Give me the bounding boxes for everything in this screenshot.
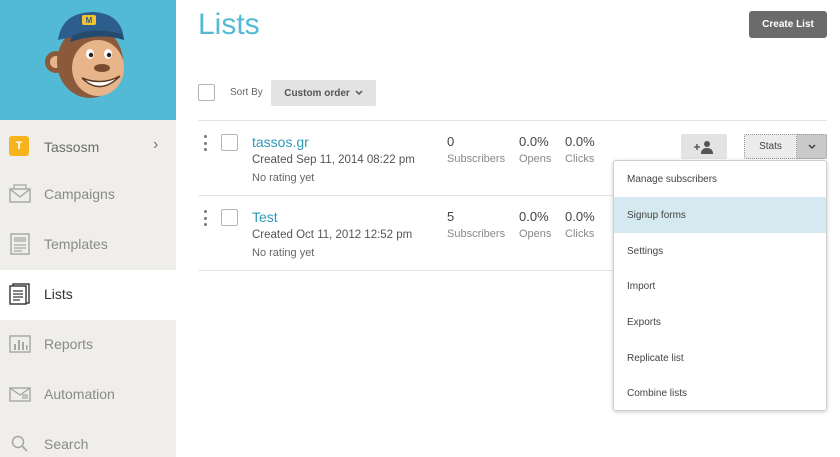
sidebar-item-label: Lists	[44, 286, 73, 302]
freddie-logo-icon: M	[45, 12, 124, 98]
sidebar-item-automation[interactable]: Automation	[0, 370, 176, 420]
sidebar: M T Tassosm › Campaigns Templates Lists …	[0, 0, 176, 457]
list-icon	[9, 283, 30, 305]
clicks-stat: 0.0% Clicks	[565, 209, 595, 240]
menu-item-replicate-list[interactable]: Replicate list	[614, 340, 826, 376]
subscribers-count: 5	[447, 209, 455, 224]
menu-item-combine-lists[interactable]: Combine lists	[614, 375, 826, 411]
opens-label: Opens	[519, 153, 552, 165]
drag-handle-icon[interactable]	[204, 135, 208, 151]
clicks-label: Clicks	[565, 153, 595, 165]
list-created-date: Created Sep 11, 2014 08:22 pm	[252, 154, 415, 166]
subscribers-label: Subscribers	[447, 228, 506, 240]
list-rating: No rating yet	[252, 172, 315, 184]
add-subscriber-button[interactable]	[681, 134, 727, 159]
logo-area[interactable]: M	[0, 0, 176, 120]
list-created-date: Created Oct 11, 2012 12:52 pm	[252, 229, 413, 241]
row-checkbox[interactable]	[221, 134, 238, 151]
list-name-link[interactable]: Test	[252, 209, 278, 225]
menu-item-settings[interactable]: Settings	[614, 233, 826, 269]
chevron-down-icon	[807, 143, 816, 149]
account-switcher[interactable]: T Tassosm ›	[0, 120, 176, 172]
menu-item-exports[interactable]: Exports	[614, 304, 826, 340]
list-actions-menu: Manage subscribers Signup forms Settings…	[613, 160, 827, 411]
chevron-right-icon: ›	[153, 136, 159, 153]
stats-button[interactable]: Stats	[744, 134, 797, 159]
clicks-stat: 0.0% Clicks	[565, 134, 595, 165]
svg-text:M: M	[86, 16, 93, 25]
list-rating: No rating yet	[252, 247, 315, 259]
clicks-value: 0.0%	[565, 209, 595, 224]
sidebar-item-label: Reports	[44, 336, 94, 352]
sidebar-item-campaigns[interactable]: Campaigns	[0, 170, 176, 220]
page-title: Lists	[198, 8, 260, 41]
subscribers-stat[interactable]: 0 Subscribers	[447, 134, 505, 165]
opens-stat: 0.0% Opens	[519, 134, 551, 165]
sidebar-item-label: Automation	[44, 386, 115, 402]
add-user-icon	[694, 140, 713, 154]
bar-chart-icon	[9, 335, 31, 353]
stats-dropdown-toggle[interactable]	[797, 134, 827, 159]
create-list-button[interactable]: Create List	[749, 11, 827, 38]
row-checkbox[interactable]	[221, 209, 238, 226]
envelope-icon	[9, 184, 31, 203]
drag-handle-icon[interactable]	[204, 210, 208, 226]
opens-stat: 0.0% Opens	[519, 209, 551, 240]
sidebar-item-templates[interactable]: Templates	[0, 220, 176, 270]
opens-value: 0.0%	[519, 209, 549, 224]
list-name-link[interactable]: tassos.gr	[252, 134, 309, 150]
subscribers-count: 0	[447, 134, 455, 149]
sidebar-item-search[interactable]: Search	[0, 420, 176, 457]
search-icon	[11, 435, 28, 452]
clicks-label: Clicks	[565, 228, 595, 240]
sort-label: Sort By	[230, 87, 263, 98]
opens-label: Opens	[519, 228, 552, 240]
sort-dropdown[interactable]: Custom order	[271, 80, 376, 106]
automation-icon	[9, 387, 31, 402]
menu-item-signup-forms[interactable]: Signup forms	[614, 197, 826, 233]
subscribers-stat[interactable]: 5 Subscribers	[447, 209, 505, 240]
sidebar-item-lists[interactable]: Lists	[0, 270, 176, 320]
select-all-checkbox[interactable]	[198, 84, 215, 101]
sidebar-item-label: Templates	[44, 236, 108, 252]
sidebar-item-label: Search	[44, 436, 89, 452]
sort-value: Custom order	[284, 87, 350, 99]
sidebar-item-reports[interactable]: Reports	[0, 320, 176, 370]
opens-value: 0.0%	[519, 134, 549, 149]
menu-item-manage-subscribers[interactable]: Manage subscribers	[614, 161, 826, 197]
account-name: Tassosm	[44, 139, 100, 155]
chevron-down-icon	[355, 90, 363, 96]
clicks-value: 0.0%	[565, 134, 595, 149]
menu-item-import[interactable]: Import	[614, 268, 826, 304]
sidebar-item-label: Campaigns	[44, 186, 115, 202]
account-badge: T	[9, 136, 29, 156]
subscribers-label: Subscribers	[447, 153, 506, 165]
template-icon	[10, 233, 30, 255]
